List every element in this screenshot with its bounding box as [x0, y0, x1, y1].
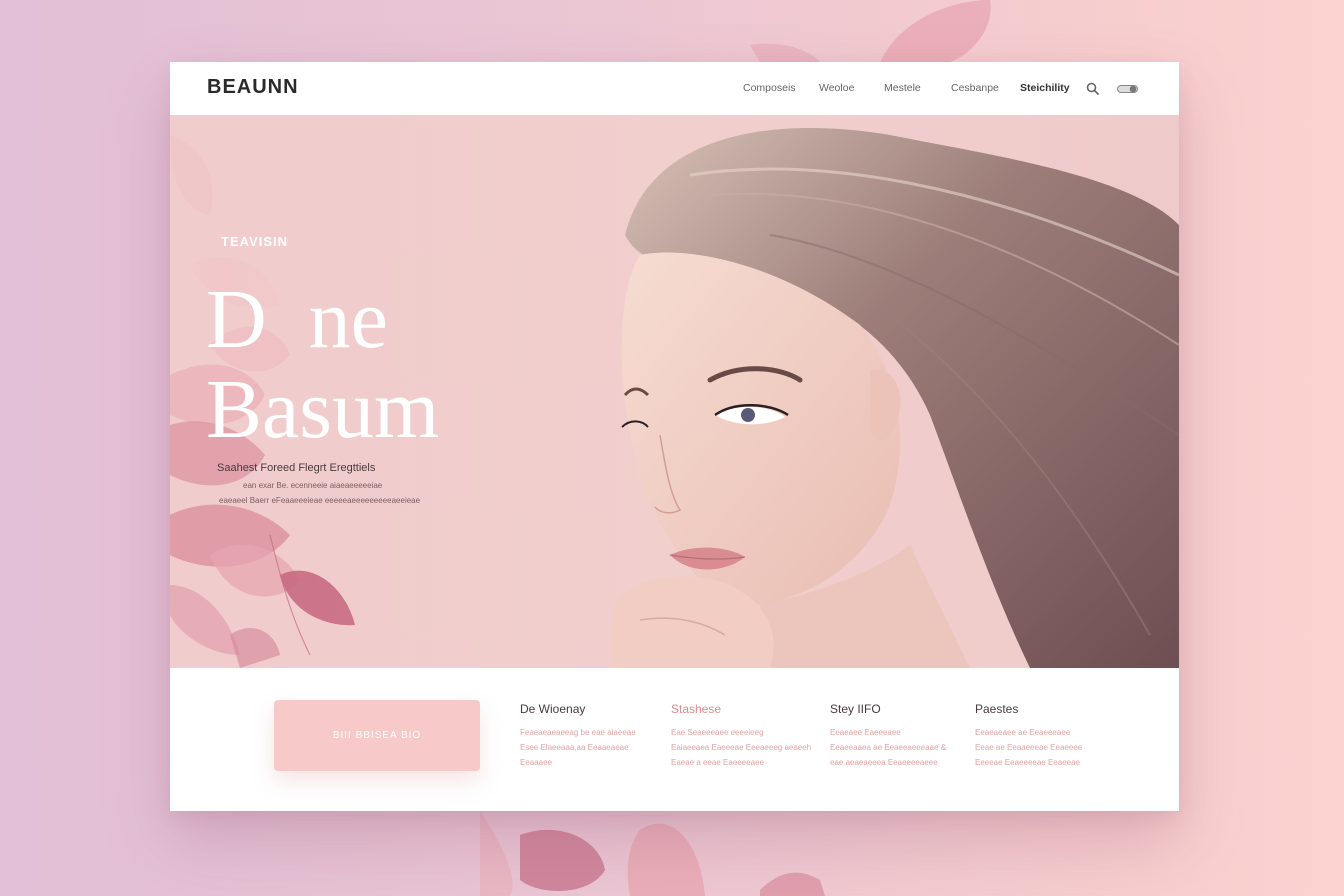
- cta-button[interactable]: BIII BBISEA BIO: [274, 700, 480, 771]
- site-header: BEAUNN Composeis Weoloe Mestele Cesbanpe…: [170, 62, 1179, 115]
- column-line: Eeaaaee: [520, 758, 553, 767]
- brand-logo[interactable]: BEAUNN: [207, 76, 299, 99]
- column-line: Eeae ae Eeaaeeeae Eeaeeee: [975, 743, 1083, 752]
- info-column-1: De Wioenay Feaeaeaeaeeag be eae aiaeeae …: [520, 702, 660, 770]
- column-line: Eeeeae Eeaeeeeae Eeaeeae: [975, 758, 1080, 767]
- column-title: Paestes: [975, 702, 1019, 716]
- toggle-icon[interactable]: [1117, 84, 1139, 94]
- search-icon[interactable]: [1086, 82, 1100, 96]
- column-line: Feaeaeaeaeeag be eae aiaeeae: [520, 728, 636, 737]
- browser-window: BEAUNN Composeis Weoloe Mestele Cesbanpe…: [170, 62, 1179, 811]
- column-line: Eeaeaee Eaeeeaee: [830, 728, 901, 737]
- column-title: De Wioenay: [520, 702, 586, 716]
- info-column-4: Paestes Eeaeaeaee ae Eeaeeeaee Eeae ae E…: [975, 702, 1115, 770]
- nav-item-3[interactable]: Mestele: [884, 82, 921, 94]
- hero-text-line-2: eaeaeel Baerr eFeaaeeeieae eeeeeaeeeeeee…: [219, 496, 421, 505]
- hero-eyebrow: TEAVISIN: [221, 234, 288, 249]
- column-line: Eeaeeaaea ae Eeaeeaeeeaae &: [830, 743, 947, 752]
- hero-headline: D ne Basum: [206, 273, 440, 456]
- column-line: Esee Elaeeaaa,aa Eeaaeaeae: [520, 743, 629, 752]
- hero-section: TEAVISIN D ne Basum Saahest Foreed Flegr…: [170, 115, 1179, 668]
- hero-text-line-1: ean exar Be. ecenneeie aiaeaeeeeeiae: [243, 481, 383, 490]
- nav-item-4[interactable]: Cesbanpe: [951, 82, 999, 94]
- nav-item-2[interactable]: Weoloe: [819, 82, 854, 94]
- info-bar: BIII BBISEA BIO De Wioenay Feaeaeaeaeeag…: [170, 668, 1179, 811]
- nav-item-5[interactable]: Steichility: [1020, 82, 1070, 94]
- nav-item-1[interactable]: Composeis: [743, 82, 796, 94]
- hero-subtitle: Saahest Foreed Flegrt Eregttiels: [217, 462, 376, 474]
- column-title: Stashese: [671, 702, 722, 716]
- column-line: Eeaeaeaee ae Eeaeeeaee: [975, 728, 1071, 737]
- column-line: Eae Seaeeeaee eeeeieeg: [671, 728, 764, 737]
- column-line: eae aeaeaeeea Eeaeeeeaeee: [830, 758, 938, 767]
- column-line: Eaeae a eeae Eaeeeeaee: [671, 758, 764, 767]
- info-column-2: Stashese Eae Seaeeeaee eeeeieeg Eaiaeeae…: [671, 702, 811, 770]
- column-title: Stey IIFO: [830, 702, 881, 716]
- info-column-3: Stey IIFO Eeaeaee Eaeeeaee Eeaeeaaea ae …: [830, 702, 970, 770]
- column-line: Eaiaeeaea Eaeeeae Eeeaeeeg aeaeeh: [671, 743, 812, 752]
